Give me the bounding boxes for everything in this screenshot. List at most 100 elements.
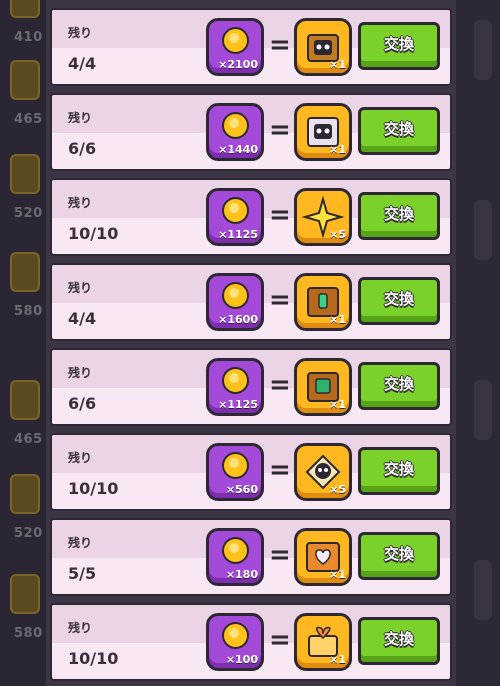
coin-cost: ×1600 bbox=[206, 273, 264, 331]
coin-cost: ×1125 bbox=[206, 358, 264, 416]
equals-icon: = bbox=[269, 200, 291, 230]
reward-item: ×1 bbox=[294, 528, 352, 586]
reward-quantity: ×1 bbox=[329, 58, 346, 71]
remaining-count: 6/6 bbox=[68, 139, 97, 158]
reward-quantity: ×1 bbox=[329, 653, 346, 666]
exchange-row: 残り 10/10 ×560 = ×5 交換 bbox=[50, 433, 452, 511]
coin-quantity: ×560 bbox=[225, 483, 258, 496]
coin-icon bbox=[222, 537, 249, 564]
equals-icon: = bbox=[269, 540, 291, 570]
background-number: 465 bbox=[14, 112, 43, 127]
reward-quantity: ×5 bbox=[329, 228, 346, 241]
coin-icon bbox=[222, 197, 249, 224]
equals-icon: = bbox=[269, 625, 291, 655]
remaining-label: 残り bbox=[68, 451, 93, 465]
background-number: 520 bbox=[14, 526, 43, 541]
exchange-button[interactable]: 交換 bbox=[358, 277, 440, 325]
background-tile bbox=[10, 380, 40, 420]
coin-cost: ×1440 bbox=[206, 103, 264, 161]
exchange-button[interactable]: 交換 bbox=[358, 617, 440, 665]
background-item: 465 bbox=[4, 372, 43, 462]
exchange-row: 残り 4/4 ×1600 = ×1 交換 bbox=[50, 263, 452, 341]
remaining-count: 4/4 bbox=[68, 54, 97, 73]
background-item: 520 bbox=[4, 146, 42, 236]
reward-item: ×1 bbox=[294, 613, 352, 671]
background-number: 465 bbox=[14, 432, 43, 447]
exchange-button[interactable]: 交換 bbox=[358, 532, 440, 580]
coin-quantity: ×2100 bbox=[218, 58, 258, 71]
coin-icon bbox=[222, 27, 249, 54]
background-item: 580 bbox=[4, 244, 43, 334]
reward-item: ×1 bbox=[294, 18, 352, 76]
background-item: 520 bbox=[4, 466, 43, 556]
background-tile bbox=[10, 574, 40, 614]
background-tile bbox=[10, 474, 40, 514]
equals-icon: = bbox=[269, 455, 291, 485]
equals-icon: = bbox=[269, 285, 291, 315]
reward-item: ×1 bbox=[294, 358, 352, 416]
reward-quantity: ×1 bbox=[329, 313, 346, 326]
exchange-row: 残り 5/5 ×180 = ×1 交換 bbox=[50, 518, 452, 596]
equals-icon: = bbox=[269, 370, 291, 400]
remaining-label: 残り bbox=[68, 26, 93, 40]
equals-icon: = bbox=[269, 115, 291, 145]
exchange-row: 残り 4/4 ×2100 = ×1 交換 bbox=[50, 8, 452, 86]
remaining-label: 残り bbox=[68, 281, 93, 295]
background-bar bbox=[474, 560, 492, 620]
coin-cost: ×100 bbox=[206, 613, 264, 671]
exchange-button[interactable]: 交換 bbox=[358, 362, 440, 410]
background-number: 410 bbox=[14, 30, 43, 45]
coin-icon bbox=[222, 452, 249, 479]
background-tile bbox=[10, 60, 40, 100]
background-bar bbox=[474, 20, 492, 80]
coin-quantity: ×180 bbox=[225, 568, 258, 581]
exchange-button[interactable]: 交換 bbox=[358, 447, 440, 495]
coin-quantity: ×100 bbox=[225, 653, 258, 666]
exchange-button[interactable]: 交換 bbox=[358, 22, 440, 70]
remaining-label: 残り bbox=[68, 621, 93, 635]
background-tile bbox=[10, 252, 40, 292]
remaining-label: 残り bbox=[68, 366, 93, 380]
coin-icon bbox=[222, 282, 249, 309]
coin-icon bbox=[222, 367, 249, 394]
remaining-label: 残り bbox=[68, 536, 93, 550]
reward-item: ×5 bbox=[294, 188, 352, 246]
exchange-row: 残り 6/6 ×1125 = ×1 交換 bbox=[50, 348, 452, 426]
exchange-row: 残り 10/10 ×1125 = ×5 交換 bbox=[50, 178, 452, 256]
reward-item: ×1 bbox=[294, 273, 352, 331]
exchange-button[interactable]: 交換 bbox=[358, 107, 440, 155]
coin-quantity: ×1600 bbox=[218, 313, 258, 326]
background-right bbox=[454, 0, 500, 686]
background-tile bbox=[10, 0, 40, 18]
remaining-count: 5/5 bbox=[68, 564, 97, 583]
remaining-count: 10/10 bbox=[68, 649, 119, 668]
coin-quantity: ×1125 bbox=[218, 228, 258, 241]
background-list: 410 465 520 580 465 520 580 bbox=[0, 0, 46, 686]
coin-icon bbox=[222, 622, 249, 649]
reward-item: ×5 bbox=[294, 443, 352, 501]
background-item: 410 bbox=[4, 0, 43, 60]
reward-quantity: ×1 bbox=[329, 143, 346, 156]
reward-quantity: ×1 bbox=[329, 568, 346, 581]
reward-quantity: ×1 bbox=[329, 398, 346, 411]
coin-quantity: ×1125 bbox=[218, 398, 258, 411]
reward-item: ×1 bbox=[294, 103, 352, 161]
coin-cost: ×560 bbox=[206, 443, 264, 501]
exchange-row: 残り 10/10 ×100 = ×1 交換 bbox=[50, 603, 452, 681]
reward-quantity: ×5 bbox=[329, 483, 346, 496]
remaining-count: 6/6 bbox=[68, 394, 97, 413]
background-item: 580 bbox=[4, 566, 43, 656]
equals-icon: = bbox=[269, 30, 291, 60]
background-item: 465 bbox=[4, 52, 43, 142]
remaining-label: 残り bbox=[68, 111, 93, 125]
remaining-label: 残り bbox=[68, 196, 93, 210]
remaining-count: 4/4 bbox=[68, 309, 97, 328]
coin-quantity: ×1440 bbox=[218, 143, 258, 156]
coin-cost: ×180 bbox=[206, 528, 264, 586]
background-tile bbox=[10, 154, 40, 194]
background-number: 580 bbox=[14, 304, 43, 319]
exchange-button[interactable]: 交換 bbox=[358, 192, 440, 240]
coin-icon bbox=[222, 112, 249, 139]
background-number: 580 bbox=[14, 626, 43, 641]
exchange-row: 残り 6/6 ×1440 = ×1 交換 bbox=[50, 93, 452, 171]
